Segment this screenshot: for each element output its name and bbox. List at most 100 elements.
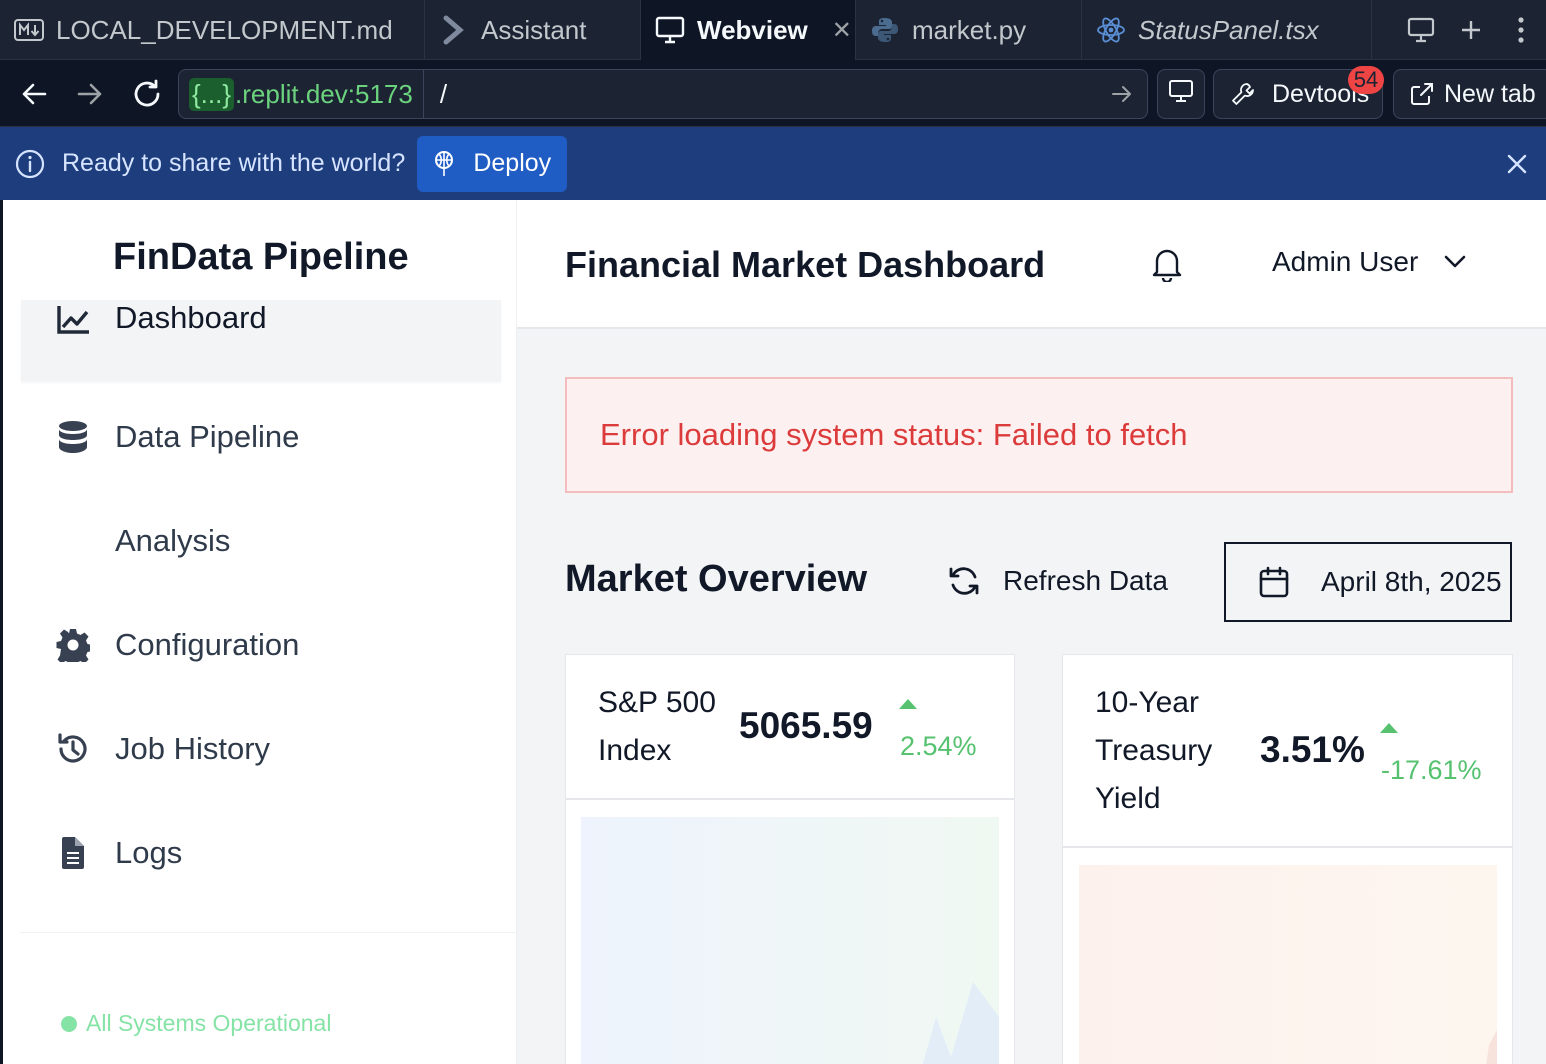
user-menu[interactable]: Admin User [1272, 246, 1466, 278]
sidebar-item-job-history[interactable]: Job History [21, 716, 501, 782]
go-arrow-icon[interactable] [1097, 84, 1147, 104]
new-tab-button[interactable]: New tab [1393, 69, 1546, 119]
refresh-label: Refresh Data [1003, 565, 1168, 596]
add-tab-icon[interactable] [1446, 0, 1496, 60]
url-path[interactable]: / [424, 79, 1097, 110]
card-change: -17.61% [1381, 755, 1482, 785]
system-status: All Systems Operational [61, 1010, 331, 1037]
gear-icon [53, 625, 93, 665]
main-content: Error loading system status: Failed to f… [517, 329, 1546, 1064]
external-link-icon [1410, 82, 1434, 106]
refresh-data-button[interactable]: Refresh Data [947, 565, 1168, 597]
bell-icon[interactable] [1151, 246, 1185, 284]
devtools-button[interactable]: Devtools 54 [1213, 66, 1384, 119]
tab-label: market.py [912, 14, 1027, 45]
chart-line-icon [53, 300, 93, 340]
error-message: Error loading system status: Failed to f… [600, 417, 1188, 452]
sparkline-chart-svg [922, 982, 999, 1064]
url-host-domain: .replit.dev:5173 [235, 78, 413, 109]
close-icon[interactable] [1498, 145, 1536, 183]
refresh-icon [947, 565, 981, 597]
more-options-icon[interactable] [1496, 0, 1546, 60]
top-header: Financial Market Dashboard Admin User [517, 200, 1546, 329]
url-host: {...} .replit.dev:5173 [179, 70, 424, 118]
sidebar-item-label: Configuration [115, 627, 300, 662]
python-icon [870, 15, 900, 45]
deploy-banner: Ready to share with the world? Deploy [0, 127, 1546, 200]
sidebar-item-analysis[interactable]: Analysis [21, 508, 501, 574]
tab-market-py[interactable]: market.py [856, 0, 1082, 60]
card-value: 3.51% [1260, 729, 1365, 770]
device-preview-button[interactable] [1157, 69, 1205, 119]
sidebar-item-label: Data Pipeline [115, 419, 300, 454]
reload-icon[interactable] [127, 74, 167, 114]
market-card-treasury[interactable]: 10-Year Treasury Yield 3.51% -17.61% [1062, 654, 1513, 1064]
section-title: Market Overview [565, 558, 868, 600]
new-tab-label: New tab [1444, 79, 1536, 108]
calendar-icon [1259, 566, 1289, 598]
sidebar-divider [20, 932, 516, 933]
url-field[interactable]: {...} .replit.dev:5173 / [178, 69, 1148, 119]
tab-local-development[interactable]: LOCAL_DEVELOPMENT.md [0, 0, 425, 60]
webview-icon [655, 15, 685, 45]
sidebar-item-label: Analysis [115, 523, 231, 558]
user-name: Admin User [1272, 246, 1419, 277]
app-viewport: FinData Pipeline Dashboard Data Pipeline… [0, 200, 1546, 1064]
status-dot-icon [61, 1015, 77, 1032]
tab-status-panel[interactable]: StatusPanel.tsx [1082, 0, 1372, 60]
history-icon [53, 729, 93, 769]
close-icon[interactable]: ✕ [832, 16, 852, 45]
deploy-label: Deploy [473, 149, 552, 177]
brand-title: FinData Pipeline [113, 236, 409, 278]
info-icon [14, 148, 46, 180]
tab-label: StatusPanel.tsx [1138, 14, 1319, 45]
editor-tab-bar: LOCAL_DEVELOPMENT.md Assistant Webview ✕… [0, 0, 1546, 60]
screen-icon [1168, 79, 1194, 110]
page-title: Financial Market Dashboard [565, 244, 1046, 285]
sidebar: FinData Pipeline Dashboard Data Pipeline… [6, 200, 517, 1064]
sidebar-item-data-pipeline[interactable]: Data Pipeline [21, 404, 501, 470]
webview-address-bar: {...} .replit.dev:5173 / Devtools 54 New… [0, 60, 1546, 127]
sidebar-item-logs[interactable]: Logs [21, 820, 501, 886]
screen-icon[interactable] [1396, 0, 1446, 60]
database-icon [53, 417, 93, 457]
trend-up-icon [1380, 723, 1398, 733]
tab-label: Assistant [481, 14, 587, 45]
market-card-sp500[interactable]: S&P 500 Index 5065.59 2.54% [565, 654, 1015, 1064]
card-title: 10-Year Treasury Yield [1095, 686, 1213, 815]
url-host-tag: {...} [189, 77, 235, 111]
back-arrow-icon[interactable] [14, 74, 54, 114]
card-header: S&P 500 Index 5065.59 2.54% [566, 655, 1014, 800]
trend-up-icon [899, 699, 917, 709]
react-icon [1096, 15, 1126, 45]
chevron-down-icon [1444, 255, 1466, 269]
markdown-icon [14, 15, 44, 45]
sidebar-item-dashboard[interactable]: Dashboard [21, 300, 501, 381]
tab-assistant[interactable]: Assistant [425, 0, 641, 60]
tab-label: Webview [697, 14, 808, 45]
card-value: 5065.59 [739, 705, 873, 746]
sidebar-item-configuration[interactable]: Configuration [21, 612, 501, 678]
sparkline-chart [1079, 865, 1497, 1064]
tabbar-tools [1396, 0, 1546, 60]
file-icon [53, 833, 93, 873]
sparkline-chart [581, 817, 999, 1064]
assistant-icon [439, 15, 469, 45]
forward-arrow-icon[interactable] [70, 74, 110, 114]
tab-label: LOCAL_DEVELOPMENT.md [56, 14, 393, 45]
date-value: April 8th, 2025 [1321, 566, 1502, 597]
card-change: 2.54% [900, 731, 977, 761]
deploy-button[interactable]: Deploy [417, 135, 568, 192]
tab-webview[interactable]: Webview ✕ [641, 0, 856, 60]
sidebar-item-label: Logs [115, 835, 183, 870]
sparkline-chart-svg [1486, 1030, 1497, 1064]
deploy-icon [433, 150, 455, 178]
wrench-icon [1230, 81, 1256, 107]
system-status-text: All Systems Operational [86, 1010, 332, 1036]
devtools-count-badge: 54 [1348, 66, 1384, 94]
sidebar-item-label: Dashboard [115, 300, 267, 335]
date-picker[interactable]: April 8th, 2025 [1224, 542, 1512, 622]
card-title: S&P 500 Index [598, 686, 716, 767]
error-alert: Error loading system status: Failed to f… [565, 377, 1513, 493]
sidebar-item-label: Job History [115, 731, 271, 766]
